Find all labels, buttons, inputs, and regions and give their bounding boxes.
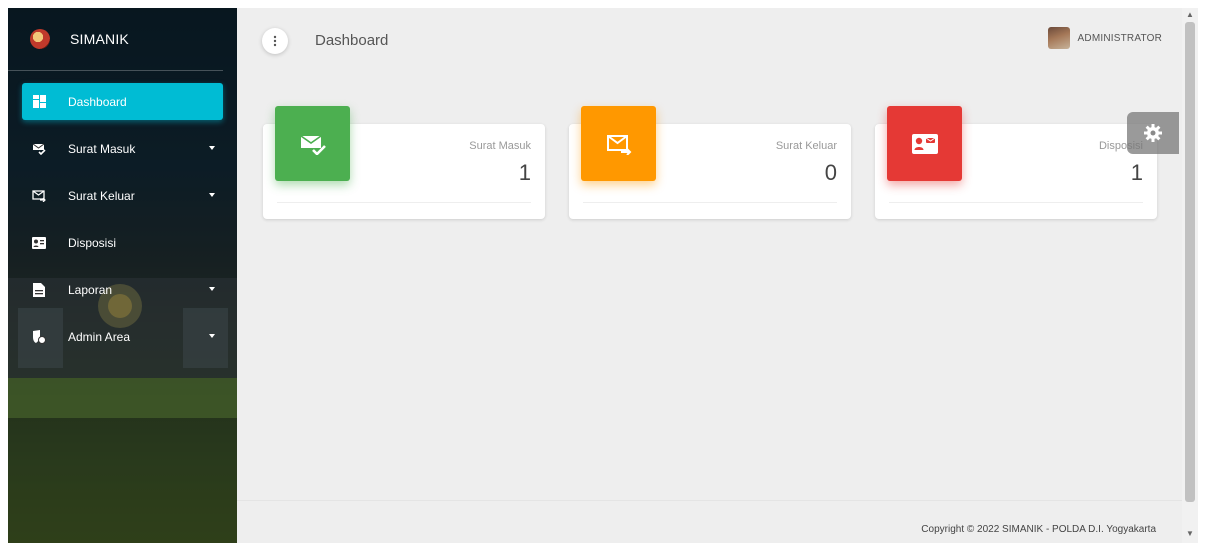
sidebar-item-label: Laporan <box>68 282 113 297</box>
avatar <box>1047 27 1070 49</box>
settings-button[interactable] <box>1127 112 1179 154</box>
contact-card-icon <box>32 236 46 250</box>
page-title: Dashboard <box>315 32 389 49</box>
card-label: Surat Keluar <box>775 140 837 152</box>
sidebar-item-dashboard[interactable]: Dashboard <box>22 83 223 120</box>
card-value: 0 <box>824 160 837 185</box>
brand[interactable]: SIMANIK <box>8 8 223 71</box>
gear-icon <box>1144 124 1162 142</box>
sidebar-item-laporan[interactable]: Laporan <box>22 271 223 308</box>
chevron-down-icon <box>209 193 215 197</box>
sidebar-item-label: Dashboard <box>68 94 127 109</box>
user-name: ADMINISTRATOR <box>1077 32 1162 44</box>
brand-logo-icon <box>30 29 50 49</box>
card-divider <box>277 202 531 203</box>
app-window: SIMANIK Dashboard Surat Masuk Surat Kelu… <box>8 8 1198 543</box>
scroll-down-icon[interactable]: ▼ <box>1185 529 1195 539</box>
sidebar-item-label: Disposisi <box>68 235 117 250</box>
sidebar-item-label: Surat Masuk <box>68 141 136 156</box>
sidebar-item-label: Surat Keluar <box>68 188 135 203</box>
chevron-down-icon <box>209 334 215 338</box>
card-divider <box>889 202 1143 203</box>
brand-name: SIMANIK <box>70 31 129 47</box>
stat-card-surat-keluar: Surat Keluar 0 <box>569 106 851 219</box>
card-value: 1 <box>1130 160 1143 185</box>
sidebar-item-disposisi[interactable]: Disposisi <box>22 224 223 261</box>
sidebar-item-label: Admin Area <box>68 329 131 344</box>
stat-card-surat-masuk: Surat Masuk 1 <box>263 106 545 219</box>
scroll-up-icon[interactable]: ▲ <box>1185 10 1195 20</box>
chevron-down-icon <box>209 146 215 150</box>
sidebar-item-surat-keluar[interactable]: Surat Keluar <box>22 177 223 214</box>
contact-card-icon <box>887 106 962 181</box>
scrollbar-thumb[interactable] <box>1185 22 1195 502</box>
top-navbar: Dashboard ADMINISTRATOR <box>237 8 1182 71</box>
card-value: 1 <box>518 160 531 185</box>
dashboard-icon <box>32 95 46 109</box>
card-divider <box>583 202 837 203</box>
chevron-down-icon <box>209 287 215 291</box>
mail-check-icon <box>32 142 46 156</box>
user-menu[interactable]: ADMINISTRATOR <box>1047 27 1162 49</box>
mail-check-icon <box>275 106 350 181</box>
page-footer: Copyright © 2022 SIMANIK - POLDA D.I. Yo… <box>237 500 1182 543</box>
admin-shield-icon <box>32 329 46 344</box>
menu-toggle-button[interactable] <box>262 28 288 54</box>
copyright-text: Copyright © 2022 SIMANIK - POLDA D.I. Yo… <box>921 524 1156 535</box>
sidebar-item-admin-area[interactable]: Admin Area <box>22 318 223 355</box>
mail-send-icon <box>32 189 46 203</box>
scrollbar[interactable]: ▲ ▼ <box>1182 8 1198 543</box>
document-icon <box>32 282 46 297</box>
card-label: Surat Masuk <box>469 140 531 152</box>
sidebar-nav: Dashboard Surat Masuk Surat Keluar Dispo… <box>8 71 237 355</box>
mail-send-icon <box>581 106 656 181</box>
sidebar: SIMANIK Dashboard Surat Masuk Surat Kelu… <box>8 8 237 543</box>
sidebar-item-surat-masuk[interactable]: Surat Masuk <box>22 130 223 167</box>
more-vertical-icon <box>273 35 277 47</box>
stat-card-disposisi: Disposisi 1 <box>875 106 1157 219</box>
